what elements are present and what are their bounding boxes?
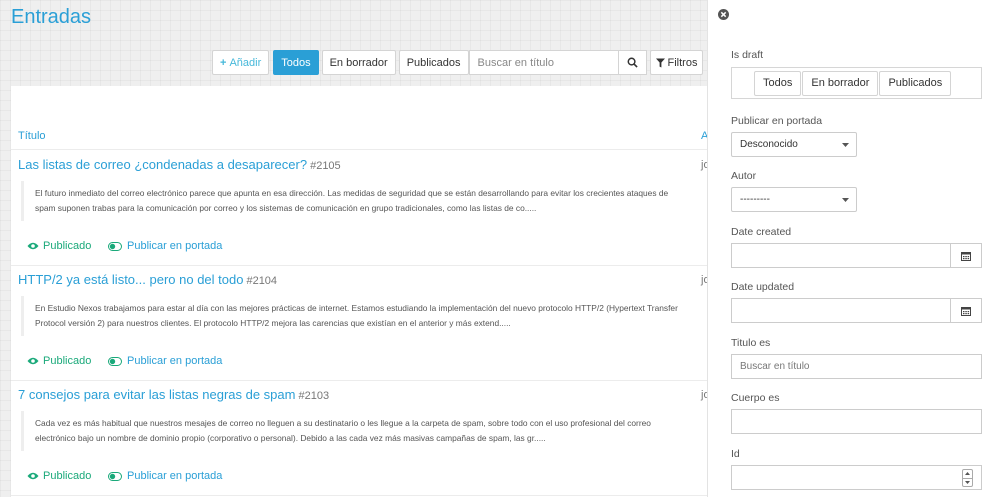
entries-panel: Título A Las listas de correo ¿condenada… xyxy=(11,86,707,497)
toggle-icon xyxy=(108,471,122,481)
entry-id: #2105 xyxy=(310,160,341,172)
date-updated-input[interactable] xyxy=(731,298,982,323)
portada-label: Publicar en portada xyxy=(127,240,223,252)
filter-sidebar: Is draft Todos En borrador Publicados Pu… xyxy=(707,0,1000,497)
entry-excerpt: Cada vez es más habitual que nuestros me… xyxy=(21,411,681,451)
cuerpo-input[interactable] xyxy=(731,409,982,434)
autor-select-value: --------- xyxy=(740,194,770,205)
close-icon[interactable] xyxy=(718,7,729,25)
is-draft-published-button[interactable]: Publicados xyxy=(879,70,952,96)
filter-all-button[interactable]: Todos xyxy=(273,50,319,75)
eye-icon xyxy=(27,472,39,480)
is-draft-draft-button[interactable]: En borrador xyxy=(802,70,879,96)
autor-select[interactable]: --------- xyxy=(731,187,857,212)
portada-toggle[interactable]: Publicar en portada xyxy=(108,470,222,482)
status-published-toggle[interactable]: Publicado xyxy=(27,240,91,252)
cuerpo-label: Cuerpo es xyxy=(731,392,780,404)
status-label: Publicado xyxy=(43,470,92,482)
entry-id: #2103 xyxy=(298,390,330,402)
toolbar: + Añadir Todos En borrador Publicados Bu… xyxy=(212,50,704,75)
add-button[interactable]: + Añadir xyxy=(212,50,270,75)
status-published-toggle[interactable]: Publicado xyxy=(27,355,91,367)
portada-filter-label: Publicar en portada xyxy=(731,115,823,127)
calendar-button[interactable] xyxy=(950,244,981,267)
eye-icon xyxy=(27,357,39,365)
id-label: Id xyxy=(731,448,740,460)
table-row: 7 consejos para evitar las listas negras… xyxy=(11,381,707,496)
filters-button-label: Filtros xyxy=(667,56,698,69)
status-label: Publicado xyxy=(43,355,92,367)
add-button-label: Añadir xyxy=(229,56,262,69)
spinner-icon[interactable] xyxy=(962,469,973,487)
caret-down-icon xyxy=(842,143,849,147)
date-created-input[interactable] xyxy=(731,243,982,268)
autor-label: Autor xyxy=(731,170,757,182)
id-input[interactable] xyxy=(731,465,982,490)
portada-label: Publicar en portada xyxy=(127,470,223,482)
column-header-title[interactable]: Título xyxy=(18,130,46,142)
portada-select[interactable]: Desconocido xyxy=(731,132,857,157)
portada-toggle[interactable]: Publicar en portada xyxy=(108,240,222,252)
filters-button[interactable]: Filtros xyxy=(649,50,704,75)
entry-excerpt: En Estudio Nexos trabajamos para estar a… xyxy=(21,296,681,336)
calendar-icon xyxy=(961,306,971,316)
is-draft-label: Is draft xyxy=(731,49,764,61)
caret-down-icon xyxy=(842,198,849,202)
is-draft-group: Todos En borrador Publicados xyxy=(731,67,982,99)
plus-icon: + xyxy=(220,56,227,69)
filter-published-button[interactable]: Publicados xyxy=(398,50,469,75)
date-created-label: Date created xyxy=(731,226,792,238)
filter-draft-button[interactable]: En borrador xyxy=(321,50,396,75)
calendar-button[interactable] xyxy=(950,299,981,322)
filter-icon xyxy=(655,58,665,67)
search-icon xyxy=(627,57,638,68)
entry-excerpt: El futuro inmediato del correo electróni… xyxy=(21,181,681,221)
toggle-icon xyxy=(108,241,122,251)
table-row: Las listas de correo ¿condenadas a desap… xyxy=(11,151,707,266)
status-published-toggle[interactable]: Publicado xyxy=(27,470,91,482)
entry-title-link[interactable]: Las listas de correo ¿condenadas a desap… xyxy=(18,157,307,172)
entry-title-link[interactable]: HTTP/2 ya está listo... pero no del todo xyxy=(18,272,243,287)
table-header: Título A xyxy=(11,130,707,150)
toggle-icon xyxy=(108,356,122,366)
search-input[interactable]: Buscar en título xyxy=(468,50,619,75)
search-button[interactable] xyxy=(618,50,647,75)
date-updated-label: Date updated xyxy=(731,281,795,293)
page-title: Entradas xyxy=(11,6,92,28)
calendar-icon xyxy=(961,251,971,261)
eye-icon xyxy=(27,242,39,250)
portada-select-value: Desconocido xyxy=(740,139,798,150)
is-draft-all-button[interactable]: Todos xyxy=(754,70,802,96)
entry-id: #2104 xyxy=(246,275,278,287)
table-row: HTTP/2 ya está listo... pero no del todo… xyxy=(11,266,707,381)
status-label: Publicado xyxy=(43,240,92,252)
portada-label: Publicar en portada xyxy=(127,355,223,367)
entry-title-link[interactable]: 7 consejos para evitar las listas negras… xyxy=(18,387,295,402)
titulo-label: Titulo es xyxy=(731,337,771,349)
titulo-input[interactable]: Buscar en título xyxy=(731,354,982,379)
portada-toggle[interactable]: Publicar en portada xyxy=(108,355,222,367)
